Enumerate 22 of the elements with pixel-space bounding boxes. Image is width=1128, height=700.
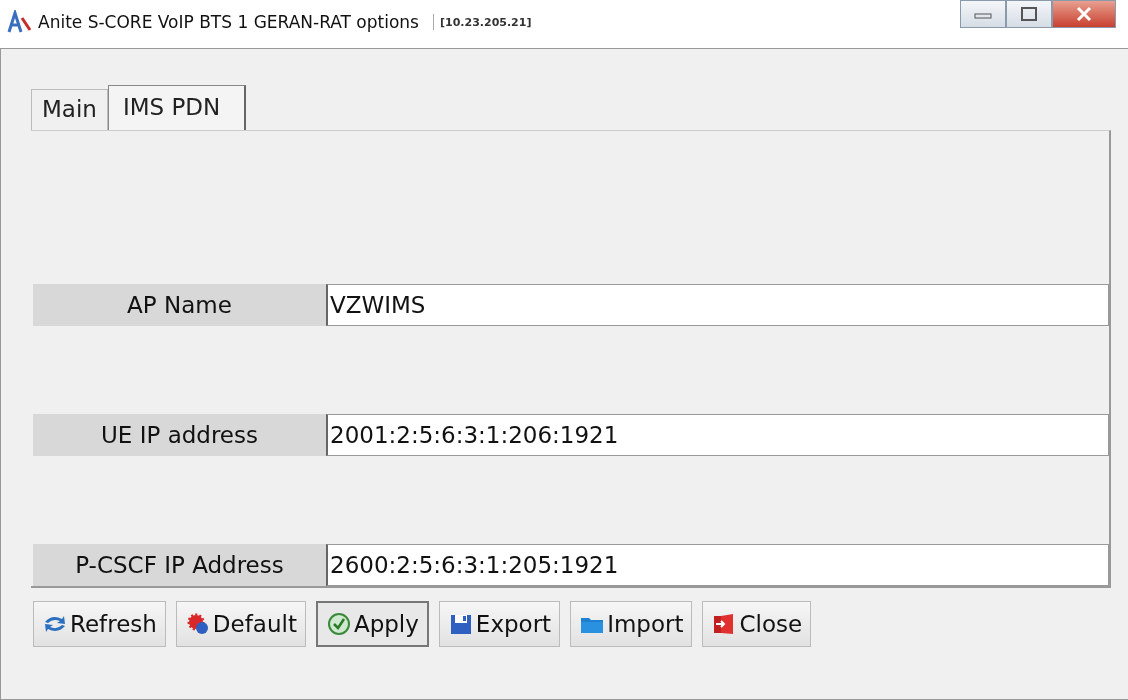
window-title: Anite S-CORE VoIP BTS 1 GERAN-RAT options (38, 12, 419, 32)
close-icon (1074, 6, 1094, 22)
action-button[interactable]: Export (438, 601, 561, 647)
action-button[interactable]: Close (702, 601, 812, 647)
tab[interactable]: Main (31, 89, 108, 130)
apply-icon (325, 612, 352, 636)
field-label: AP Name (33, 284, 326, 326)
ip-address: [10.23.205.21] (440, 15, 532, 29)
close-button[interactable] (1052, 0, 1116, 28)
app-icon (6, 10, 32, 34)
field-label: UE IP address (33, 414, 326, 456)
maximize-icon (1019, 6, 1039, 22)
action-button[interactable]: Import (570, 601, 693, 647)
tab[interactable]: IMS PDN (107, 85, 247, 130)
input-field[interactable]: 2600:2:5:6:3:1:205:1921 (326, 544, 1109, 586)
action-button[interactable]: Refresh (33, 601, 166, 647)
action-button[interactable]: Apply (315, 601, 429, 647)
field-label: P-CSCF IP Address (33, 544, 326, 586)
input-field[interactable]: VZWIMS (326, 284, 1109, 326)
action-button[interactable]: Default (175, 601, 306, 647)
input-field[interactable]: 2001:2:5:6:3:1:206:1921 (326, 414, 1109, 456)
maximize-button[interactable] (1006, 0, 1052, 28)
